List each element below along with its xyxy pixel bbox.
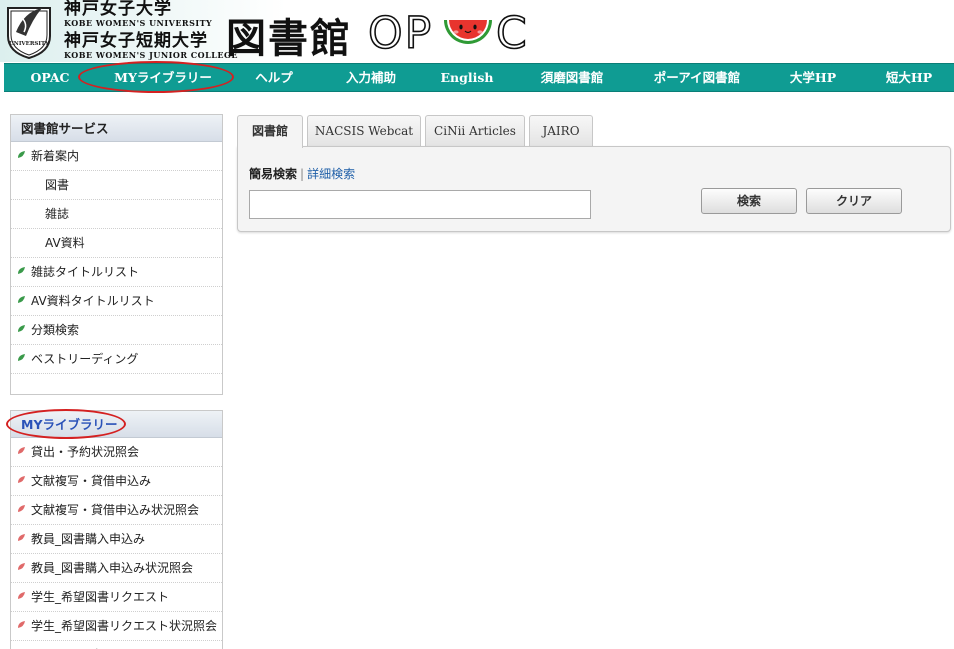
tab-nacsis-webcat[interactable]: NACSIS Webcat	[307, 115, 421, 147]
sidebar-item-label: ベストリーディング	[31, 352, 139, 366]
highlight-oval-nav	[78, 61, 234, 93]
search-button[interactable]: 検索	[701, 188, 797, 214]
svg-text:OP: OP	[368, 8, 433, 56]
sidebar-item-label: 雑誌	[45, 207, 70, 221]
advanced-search-link[interactable]: 詳細検索	[307, 167, 355, 181]
sidebar-item-label: 教員_図書購入申込み状況照会	[31, 561, 194, 575]
sidebar-item-student-request-status[interactable]: 学生_希望図書リクエスト状況照会	[11, 612, 222, 641]
my-library-panel: MYライブラリー 貸出・予約状況照会 文献複写・貸借申込み 文献複写・貸借申込み…	[10, 410, 223, 649]
sidebar-item-label: 図書	[45, 178, 70, 192]
sidebar-item-best-reading[interactable]: ベストリーディング	[11, 345, 222, 374]
tab-library[interactable]: 図書館	[237, 115, 303, 148]
sidebar-item-label: 貸出・予約状況照会	[31, 445, 140, 459]
sidebar-item-password-change[interactable]: パスワード変更	[11, 641, 222, 649]
sidebar-item-label: AV資料タイトルリスト	[31, 294, 155, 308]
tab-cinii-articles[interactable]: CiNii Articles	[425, 115, 525, 147]
sidebar-item-label: 雑誌タイトルリスト	[31, 265, 140, 279]
sidebar-item-label: 教員_図書購入申込み	[31, 532, 146, 546]
search-input[interactable]	[249, 190, 591, 219]
tab-jairo[interactable]: JAIRO	[529, 115, 593, 147]
nav-college-hp[interactable]: 短大HP	[876, 64, 942, 92]
nav-portisland-library[interactable]: ポーアイ図書館	[644, 64, 750, 92]
opac-logo: OP C	[368, 7, 528, 56]
sidebar-item-av-title-list[interactable]: AV資料タイトルリスト	[11, 287, 222, 316]
sidebar-item-faculty-purchase[interactable]: 教員_図書購入申込み	[11, 525, 222, 554]
green-leaf-icon	[18, 354, 25, 361]
green-leaf-icon	[18, 151, 25, 158]
red-leaf-icon	[18, 505, 25, 512]
sidebar-item-label: 学生_希望図書リクエスト状況照会	[31, 619, 218, 633]
nav-suma-library[interactable]: 須磨図書館	[530, 64, 614, 92]
nav-input-assist[interactable]: 入力補助	[334, 64, 408, 92]
green-leaf-icon	[18, 296, 25, 303]
sidebar-item-books[interactable]: 図書	[11, 171, 222, 200]
nav-university-hp[interactable]: 大学HP	[780, 64, 846, 92]
green-leaf-icon	[18, 325, 25, 332]
red-leaf-icon	[18, 534, 25, 541]
red-leaf-icon	[18, 447, 25, 454]
university-name-en: KOBE WOMEN'S UNIVERSITY	[64, 18, 213, 28]
sidebar-item-label: 分類検索	[31, 323, 80, 337]
nav-english[interactable]: English	[434, 64, 500, 92]
sidebar-item-magazine-title-list[interactable]: 雑誌タイトルリスト	[11, 258, 222, 287]
search-mode-switch: 簡易検索 | 詳細検索	[249, 165, 355, 182]
red-leaf-icon	[18, 621, 25, 628]
highlight-oval-sidebar	[6, 409, 126, 439]
mode-separator: |	[300, 167, 305, 181]
simple-search-label: 簡易検索	[249, 167, 298, 181]
svg-text:UNIVERSITY: UNIVERSITY	[9, 41, 49, 47]
sidebar-item-label: パスワード変更	[31, 641, 115, 649]
sidebar-item-label: AV資料	[45, 236, 85, 250]
library-services-heading: 図書館サービス	[11, 115, 222, 142]
sidebar-item-label: 文献複写・貸借申込み	[31, 474, 152, 488]
nav-help[interactable]: ヘルプ	[248, 64, 300, 92]
red-leaf-icon	[18, 563, 25, 570]
site-header: UNIVERSITY 神戸女子大学 KOBE WOMEN'S UNIVERSIT…	[0, 0, 954, 62]
sidebar-item-loan-status[interactable]: 貸出・予約状況照会	[11, 438, 222, 467]
university-name: 神戸女子大学	[64, 0, 172, 19]
college-name: 神戸女子短期大学	[64, 31, 208, 51]
sidebar-item-copy-request[interactable]: 文献複写・貸借申込み	[11, 467, 222, 496]
university-names: 神戸女子大学 KOBE WOMEN'S UNIVERSITY 神戸女子短期大学 …	[64, 0, 238, 60]
sidebar-item-label: 文献複写・貸借申込み状況照会	[31, 503, 200, 517]
page-title: 図書館	[226, 16, 352, 62]
sidebar-item-label: 学生_希望図書リクエスト	[31, 590, 170, 604]
search-panel: 簡易検索 | 詳細検索 検索 クリア	[237, 146, 951, 232]
sidebar-item-av-materials[interactable]: AV資料	[11, 229, 222, 258]
red-leaf-icon	[18, 476, 25, 483]
green-leaf-icon	[18, 267, 25, 274]
clear-button[interactable]: クリア	[806, 188, 902, 214]
nav-opac[interactable]: OPAC	[24, 64, 76, 92]
university-emblem-icon: UNIVERSITY	[7, 7, 51, 60]
sidebar-item-student-request[interactable]: 学生_希望図書リクエスト	[11, 583, 222, 612]
watermelon-icon	[444, 20, 492, 44]
sidebar-item-faculty-purchase-status[interactable]: 教員_図書購入申込み状況照会	[11, 554, 222, 583]
sidebar-item-magazines[interactable]: 雑誌	[11, 200, 222, 229]
svg-text:C: C	[496, 8, 527, 56]
library-services-panel: 図書館サービス 新着案内 図書 雑誌 AV資料 雑誌タイトルリスト AV資料タイ…	[10, 114, 223, 395]
sidebar-item-copy-request-status[interactable]: 文献複写・貸借申込み状況照会	[11, 496, 222, 525]
sidebar-item-new-arrivals[interactable]: 新着案内	[11, 142, 222, 171]
sidebar-item-classification-search[interactable]: 分類検索	[11, 316, 222, 345]
college-name-en: KOBE WOMEN'S JUNIOR COLLEGE	[64, 50, 238, 60]
red-leaf-icon	[18, 592, 25, 599]
sidebar-item-label: 新着案内	[31, 149, 80, 163]
